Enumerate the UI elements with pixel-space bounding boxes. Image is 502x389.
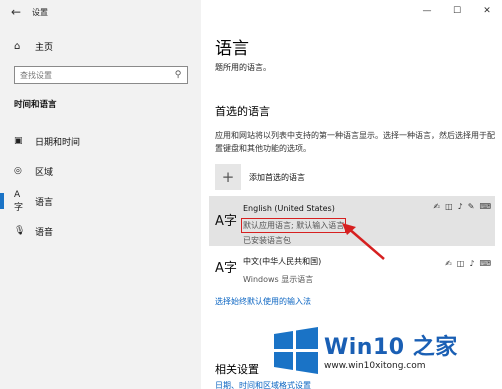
home-nav-item[interactable]: ⌂ 主页 [0,34,201,58]
microphone-icon: 🎙 [14,226,26,236]
calendar-clock-icon: ▣ [14,136,23,146]
input-method-link[interactable]: 选择始终默认使用的输入法 [215,296,311,307]
sidebar-item-label: 语言 [35,197,54,208]
home-label: 主页 [35,42,54,53]
minimize-button[interactable]: — [412,0,442,22]
language-detail-highlighted: 默认应用语言; 默认输入语言 [240,218,347,233]
related-settings-link[interactable]: 日期、时间和区域格式设置 [215,380,311,389]
search-input[interactable]: 查找设置 ⚲ [14,66,188,84]
page-title: 语言 [215,39,249,59]
sidebar: ← 设置 ⌂ 主页 查找设置 ⚲ 时间和语言 ▣ 日期和时间 ◎ 区域 A字 语… [0,0,201,389]
sidebar-item-label: 区域 [35,167,54,178]
microphone-icon: ♪ [457,202,463,211]
windows-logo-icon [274,327,318,374]
keyboard-icon: ⌨ [479,202,491,211]
nav-list: ▣ 日期和时间 ◎ 区域 A字 语言 🎙 语音 [0,126,201,246]
window-controls: — ☐ ✕ [412,0,502,22]
watermark: Win10 之家 www.win10xitong.com [272,326,458,374]
keyboard-icon: ⌨ [479,259,491,268]
sidebar-item-speech[interactable]: 🎙 语音 [0,216,201,246]
language-detail: Windows 显示语言 [243,275,314,284]
close-button[interactable]: ✕ [472,0,502,22]
add-language-label: 添加首选的语言 [249,172,305,182]
language-icon: A字 [14,189,24,213]
language-icon: A字 [215,214,237,229]
watermark-title: Win10 之家 [324,335,458,360]
search-icon[interactable]: ⚲ [169,70,187,80]
annotation-arrow-icon [342,223,385,260]
home-icon: ⌂ [14,40,21,52]
plus-icon: + [215,164,241,190]
sidebar-item-label: 语音 [35,227,54,238]
language-feature-icons: ✍ ◫ ♪ ⌨ [445,259,491,268]
language-feature-icons: ✍ ◫ ♪ ✎ ⌨ [433,202,491,211]
pen-icon: ✎ [467,202,475,211]
sidebar-item-region[interactable]: ◎ 区域 [0,156,201,186]
watermark-url: www.win10xitong.com [324,361,426,371]
sidebar-item-language[interactable]: A字 语言 [0,186,201,216]
page-subtitle: 题所用的语言。 [215,63,271,72]
sidebar-item-label: 日期和时间 [35,137,81,148]
language-icon: A字 [215,261,237,276]
maximize-button[interactable]: ☐ [442,0,472,22]
handwriting-icon: ✍ [433,202,441,211]
microphone-icon: ♪ [469,259,475,268]
related-settings-heading: 相关设置 [215,363,259,376]
title-bar: ← 设置 [0,0,201,24]
speech-icon: ◫ [456,259,465,268]
search-placeholder: 查找设置 [20,70,52,80]
add-language-button[interactable]: + 添加首选的语言 [215,164,305,190]
globe-icon: ◎ [14,166,22,176]
preferred-languages-description: 应用和网站将以列表中支持的第一种语言显示。选择一种语言，然后选择用于配置键盘和其… [215,131,495,153]
preferred-languages-heading: 首选的语言 [215,105,270,118]
app-title: 设置 [32,7,48,17]
section-title: 时间和语言 [14,100,57,110]
back-arrow-icon: ← [10,5,22,19]
back-button[interactable]: ← [0,0,32,24]
handwriting-icon: ✍ [445,259,452,268]
speech-icon: ◫ [445,202,453,211]
sidebar-item-date-time[interactable]: ▣ 日期和时间 [0,126,201,156]
